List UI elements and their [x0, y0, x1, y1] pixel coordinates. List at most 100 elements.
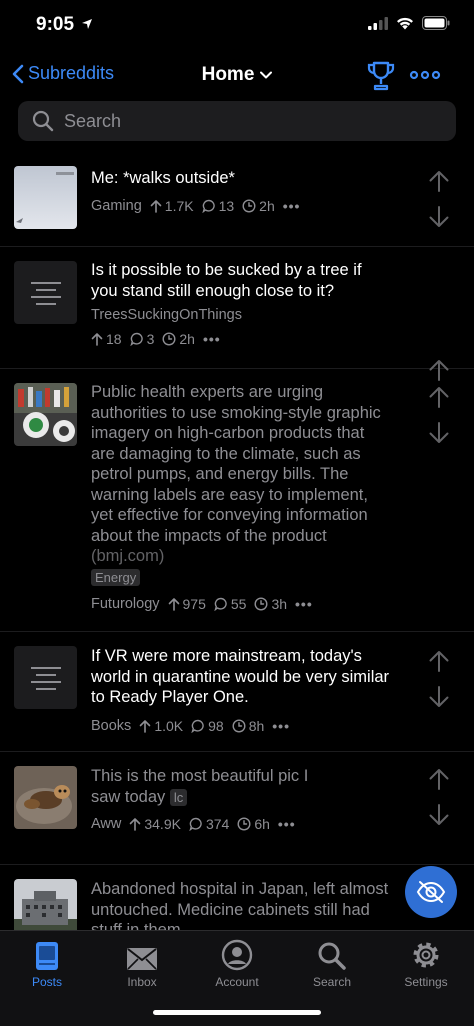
home-indicator[interactable]: [153, 1010, 321, 1015]
tab-posts[interactable]: Posts: [0, 935, 94, 989]
post-age: 6h: [237, 816, 270, 832]
age-value: 3h: [271, 596, 288, 612]
post-age: 2h: [162, 331, 195, 347]
post-subreddit[interactable]: Gaming: [91, 198, 142, 214]
search-icon: [318, 942, 346, 970]
post-title[interactable]: If VR were more mainstream, today's worl…: [91, 646, 391, 708]
post-thumbnail[interactable]: [14, 166, 77, 229]
post-age: 2h: [242, 198, 275, 214]
comment-count: 374: [189, 816, 229, 832]
upvote-count: 18: [91, 331, 122, 347]
post-item[interactable]: This is the most beautiful pic I saw tod…: [0, 752, 474, 865]
sky-photo-image: [14, 166, 77, 229]
comment-bubble-icon: [191, 719, 204, 733]
post-item[interactable]: If VR were more mainstream, today's worl…: [0, 632, 474, 752]
post-thumbnail[interactable]: [14, 383, 77, 446]
post-feed[interactable]: Me: *walks outside* Gaming 1.7K 13 2h ••…: [0, 152, 474, 932]
post-flair[interactable]: lc: [169, 788, 188, 806]
warning-label-photo-image: [14, 383, 77, 446]
arrow-up-small-icon: [91, 333, 103, 346]
tab-inbox[interactable]: Inbox: [95, 935, 189, 989]
post-more-icon[interactable]: •••: [203, 331, 221, 347]
text-lines-icon: [30, 666, 61, 690]
status-bar: 9:05: [0, 0, 474, 50]
post-title[interactable]: This is the most beautiful pic I saw tod…: [91, 766, 331, 807]
arrow-up-small-icon: [150, 200, 162, 213]
downvote-arrow-icon[interactable]: [428, 422, 450, 444]
post-more-icon[interactable]: •••: [295, 596, 313, 612]
search-input[interactable]: [62, 109, 426, 133]
comment-value: 374: [205, 816, 230, 832]
cellular-signal-icon: [368, 16, 388, 30]
upvote-count: 975: [168, 596, 206, 612]
arrow-up-small-icon: [168, 598, 179, 611]
post-meta: Books 1.0K 98 8h •••: [91, 718, 290, 734]
age-value: 2h: [259, 198, 275, 214]
page-title: Home: [201, 64, 255, 85]
tab-search[interactable]: Search: [285, 935, 379, 989]
arrow-up-small-icon: [130, 818, 141, 831]
upvote-value: 18: [106, 331, 122, 347]
post-thumbnail[interactable]: [14, 879, 77, 932]
clock-icon: [162, 332, 176, 346]
tab-account[interactable]: Account: [190, 935, 284, 989]
upvote-arrow-icon[interactable]: [428, 386, 450, 408]
post-subreddit[interactable]: Futurology: [91, 596, 160, 612]
age-value: 6h: [254, 816, 270, 832]
downvote-arrow-icon[interactable]: [428, 686, 450, 708]
search-bar[interactable]: [18, 101, 456, 141]
dog-photo-image: [14, 766, 77, 829]
status-icons: [368, 16, 450, 30]
upvote-count: 1.0K: [139, 718, 183, 734]
comment-count: 55: [214, 596, 247, 612]
downvote-arrow-icon[interactable]: [428, 804, 450, 826]
post-more-icon[interactable]: •••: [272, 718, 290, 734]
more-options-button[interactable]: [409, 65, 441, 90]
post-flair[interactable]: Energy: [91, 568, 141, 586]
post-subreddit[interactable]: TreesSuckingOnThings: [91, 307, 242, 323]
comment-bubble-icon: [201, 199, 215, 213]
post-more-icon[interactable]: •••: [283, 198, 301, 214]
post-item[interactable]: Public health experts are urging authori…: [0, 369, 474, 632]
downvote-arrow-icon[interactable]: [428, 206, 450, 228]
text-post-thumbnail[interactable]: [14, 646, 77, 709]
feed-selector[interactable]: Home: [0, 64, 474, 86]
post-subreddit[interactable]: Aww: [91, 816, 121, 832]
post-age: 3h: [254, 596, 287, 612]
post-domain[interactable]: (bmj.com): [91, 547, 164, 565]
hide-read-posts-button[interactable]: [405, 866, 457, 918]
post-title[interactable]: Me: *walks outside*: [91, 168, 391, 189]
comment-bubble-icon: [214, 597, 227, 611]
inbox-icon: [127, 948, 157, 970]
post-title-text: This is the most beautiful pic I saw tod…: [91, 767, 309, 806]
tab-label: Inbox: [127, 975, 157, 989]
post-title[interactable]: Abandoned hospital in Japan, left almost…: [91, 879, 391, 932]
clock-icon: [254, 597, 268, 611]
upvote-arrow-icon[interactable]: [428, 650, 450, 672]
post-thumbnail[interactable]: [14, 766, 77, 829]
upvote-value: 975: [182, 596, 206, 612]
post-more-icon[interactable]: •••: [278, 816, 296, 832]
post-title[interactable]: Is it possible to be sucked by a tree if…: [91, 260, 391, 301]
comment-value: 3: [146, 331, 155, 347]
navigation-bar: Subreddits Home: [0, 55, 474, 99]
magnifier-icon: [32, 110, 54, 132]
tab-label: Posts: [31, 975, 62, 989]
upvote-value: 1.0K: [154, 718, 184, 734]
tab-label: Account: [215, 975, 259, 989]
post-title[interactable]: Public health experts are urging authori…: [91, 382, 391, 587]
post-subreddit[interactable]: Books: [91, 718, 131, 734]
post-item[interactable]: Me: *walks outside* Gaming 1.7K 13 2h ••…: [0, 152, 474, 247]
post-item[interactable]: Is it possible to be sucked by a tree if…: [0, 247, 474, 381]
upvote-arrow-icon[interactable]: [428, 170, 450, 192]
post-item[interactable]: Abandoned hospital in Japan, left almost…: [0, 865, 474, 932]
text-post-thumbnail[interactable]: [14, 261, 77, 324]
comment-value: 55: [230, 596, 247, 612]
upvote-arrow-icon[interactable]: [428, 768, 450, 790]
tab-settings[interactable]: Settings: [379, 935, 473, 989]
age-value: 2h: [179, 331, 195, 347]
hospital-photo-image: [14, 879, 77, 932]
trophy-button[interactable]: [366, 60, 396, 97]
age-value: 8h: [248, 718, 265, 734]
trophy-icon: [367, 61, 395, 91]
